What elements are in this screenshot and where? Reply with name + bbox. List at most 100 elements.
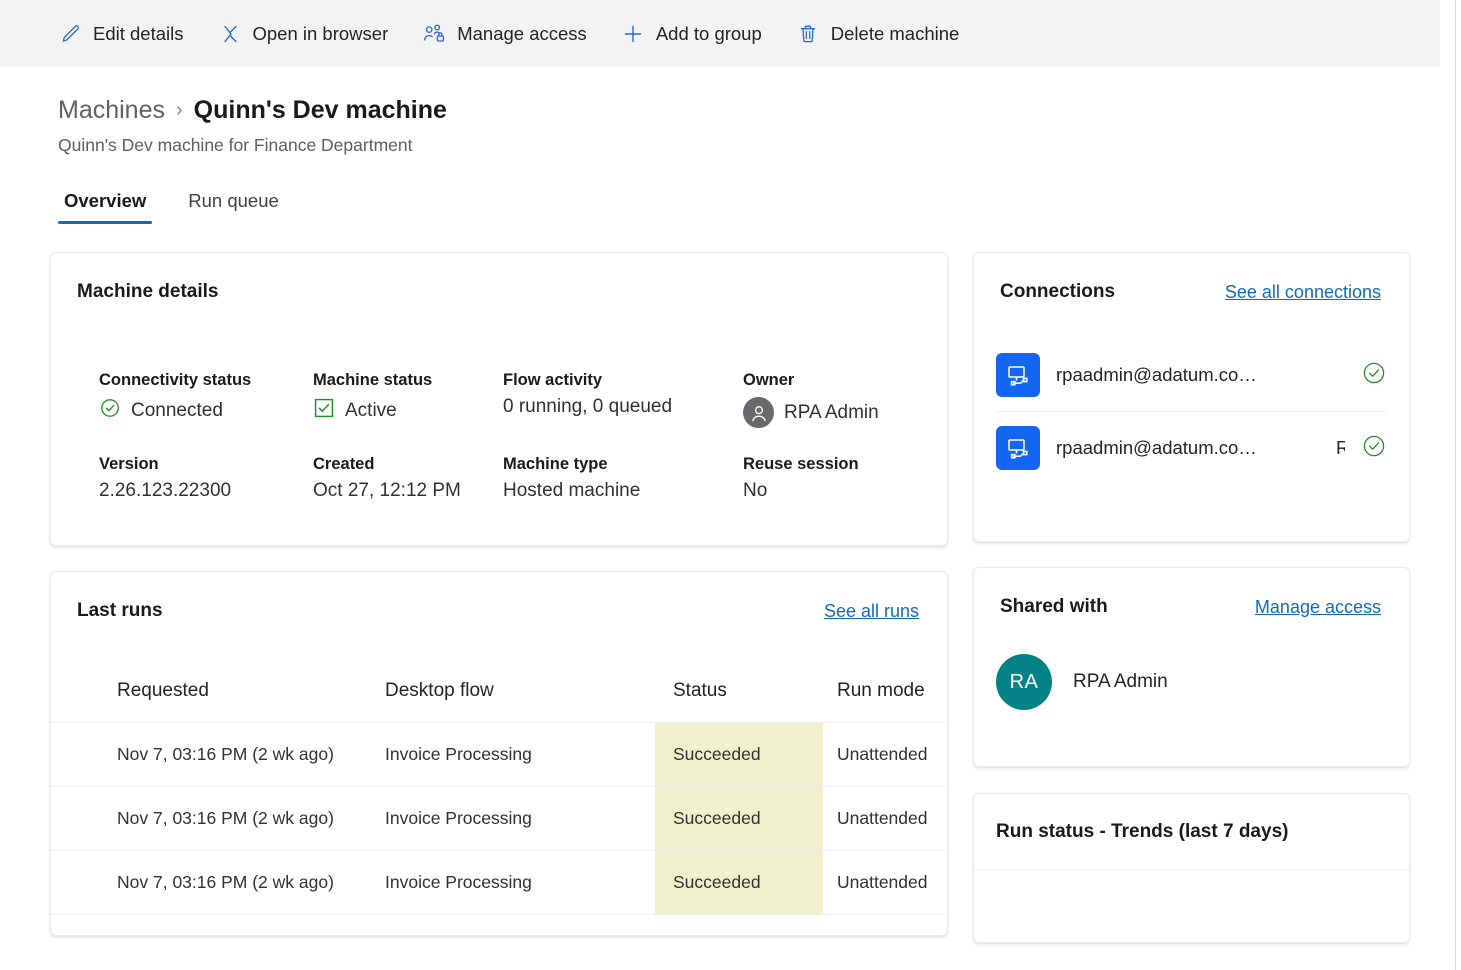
connection-name: rpaadmin@adatum.co… [1056, 364, 1257, 385]
detail-value-wrap: 0 running, 0 queued [503, 397, 743, 416]
detail-machine-status: Machine status Active [313, 371, 503, 428]
list-item[interactable]: rpaadmin@adatum.co… [996, 339, 1387, 411]
column-header-status[interactable]: Status [655, 680, 823, 723]
connections-card: Connections See all connections rpaadmin… [973, 252, 1410, 542]
detail-value: 0 running, 0 queued [503, 396, 673, 417]
shared-with-card: Shared with Manage access RA RPA Admin [973, 567, 1410, 767]
tab-run-queue-label: Run queue [188, 190, 279, 211]
column-header-desktop-flow[interactable]: Desktop flow [385, 680, 655, 723]
breadcrumb-machines-link[interactable]: Machines [58, 95, 165, 125]
list-item[interactable]: RA RPA Admin [974, 618, 1409, 710]
cell-requested: Nov 7, 03:16 PM (2 wk ago) [51, 850, 385, 915]
table-row[interactable]: Nov 7, 03:16 PM (2 wk ago) Invoice Proce… [51, 786, 947, 851]
cell-run-mode: Unattended [823, 722, 947, 787]
column-header-run-mode[interactable]: Run mode [823, 680, 947, 723]
shared-person-name: RPA Admin [1073, 671, 1168, 692]
open-in-browser-icon [218, 22, 242, 46]
add-to-group-button[interactable]: Add to group [621, 16, 776, 52]
machine-details-card: Machine details Connectivity status Conn… [50, 252, 948, 546]
last-runs-title: Last runs [77, 600, 163, 621]
detail-value: 2.26.123.22300 [99, 480, 232, 501]
connections-list: rpaadmin@adatum.co… rpaadmin@adatum.co… [974, 303, 1409, 484]
command-bar: Edit details Open in browser Manage acce… [0, 0, 1440, 67]
delete-machine-button[interactable]: Delete machine [796, 16, 974, 52]
page-title: Quinn's Dev machine [193, 96, 447, 124]
detail-connectivity-status: Connectivity status Connected [99, 371, 313, 428]
edit-details-button[interactable]: Edit details [58, 16, 198, 52]
detail-value: Active [345, 399, 397, 421]
delete-machine-label: Delete machine [830, 22, 960, 44]
see-all-connections-link[interactable]: See all connections [1225, 282, 1381, 303]
breadcrumb-separator-icon: › [176, 99, 183, 121]
machine-details-header: Machine details [51, 253, 947, 303]
breadcrumb: Machines › Quinn's Dev machine [58, 95, 1455, 125]
detail-value-wrap: No [743, 481, 947, 500]
person-avatar-icon [743, 397, 774, 428]
pencil-icon [58, 22, 82, 46]
detail-created: Created Oct 27, 12:12 PM [313, 455, 503, 500]
manage-access-button[interactable]: Manage access [422, 16, 601, 52]
run-status-trends-header: Run status - Trends (last 7 days) [974, 794, 1409, 870]
trash-icon [796, 22, 820, 46]
avatar: RA [996, 654, 1052, 710]
table-body: Nov 7, 03:16 PM (2 wk ago) Invoice Proce… [51, 722, 947, 915]
shared-with-header: Shared with Manage access [974, 568, 1409, 618]
detail-label: Version [99, 455, 159, 473]
status-badge: Succeeded [655, 850, 823, 915]
column-header-requested[interactable]: Requested [51, 680, 385, 723]
table-row[interactable]: Nov 7, 03:16 PM (2 wk ago) Invoice Proce… [51, 722, 947, 787]
manage-access-icon [422, 22, 446, 46]
detail-reuse-session: Reuse session No [743, 455, 947, 500]
detail-value-wrap: Hosted machine [503, 481, 743, 500]
detail-version: Version 2.26.123.22300 [99, 455, 313, 500]
tab-overview-label: Overview [64, 190, 147, 211]
detail-label: Machine type [503, 455, 608, 473]
machine-details-page: Edit details Open in browser Manage acce… [0, 0, 1456, 970]
table-header: Requested Desktop flow Status Run mode [51, 680, 947, 723]
cell-run-mode: Unattended [823, 786, 947, 851]
right-column: Connections See all connections rpaadmin… [973, 252, 1410, 943]
detail-value: No [743, 480, 768, 501]
check-circle-icon [1361, 433, 1387, 464]
tab-run-queue[interactable]: Run queue [182, 186, 285, 224]
see-all-runs-link[interactable]: See all runs [824, 601, 919, 622]
table-header-row: Requested Desktop flow Status Run mode [51, 680, 947, 723]
tab-overview[interactable]: Overview [58, 186, 153, 224]
detail-value: RPA Admin [784, 402, 879, 423]
detail-label: Machine status [313, 371, 433, 389]
open-in-browser-label: Open in browser [252, 22, 389, 44]
detail-value: Connected [131, 399, 223, 421]
list-item[interactable]: rpaadmin@adatum.co… R [996, 411, 1387, 484]
detail-value: Hosted machine [503, 480, 641, 501]
table-row[interactable]: Nov 7, 03:16 PM (2 wk ago) Invoice Proce… [51, 850, 947, 915]
left-column: Machine details Connectivity status Conn… [50, 252, 948, 943]
connection-extra-text: R [1336, 437, 1345, 459]
desktop-flow-icon [996, 426, 1040, 470]
check-circle-icon [99, 397, 121, 423]
manage-access-link[interactable]: Manage access [1255, 597, 1381, 618]
run-status-trends-card: Run status - Trends (last 7 days) [973, 793, 1410, 943]
plus-icon [621, 22, 645, 46]
status-badge: Succeeded [655, 722, 823, 787]
edit-details-label: Edit details [93, 22, 184, 44]
run-status-trends-body [974, 870, 1409, 930]
detail-value: Oct 27, 12:12 PM [313, 480, 461, 501]
detail-value-wrap: Connected [99, 397, 313, 423]
machine-details-title: Machine details [77, 281, 219, 302]
detail-label: Owner [743, 371, 795, 389]
check-square-icon [313, 397, 335, 423]
cell-run-mode: Unattended [823, 850, 947, 915]
run-status-trends-title: Run status - Trends (last 7 days) [996, 821, 1289, 842]
check-circle-icon [1361, 360, 1387, 391]
cell-requested: Nov 7, 03:16 PM (2 wk ago) [51, 722, 385, 787]
detail-value-wrap: 2.26.123.22300 [99, 481, 313, 500]
detail-owner: Owner RPA Admin [743, 371, 947, 428]
detail-machine-type: Machine type Hosted machine [503, 455, 743, 500]
status-badge: Succeeded [655, 786, 823, 851]
detail-label: Reuse session [743, 455, 859, 473]
cell-desktop-flow: Invoice Processing [385, 786, 655, 851]
open-in-browser-button[interactable]: Open in browser [218, 16, 403, 52]
page-subtitle: Quinn's Dev machine for Finance Departme… [58, 135, 413, 155]
shared-with-title: Shared with [1000, 596, 1108, 617]
add-to-group-label: Add to group [655, 22, 762, 44]
